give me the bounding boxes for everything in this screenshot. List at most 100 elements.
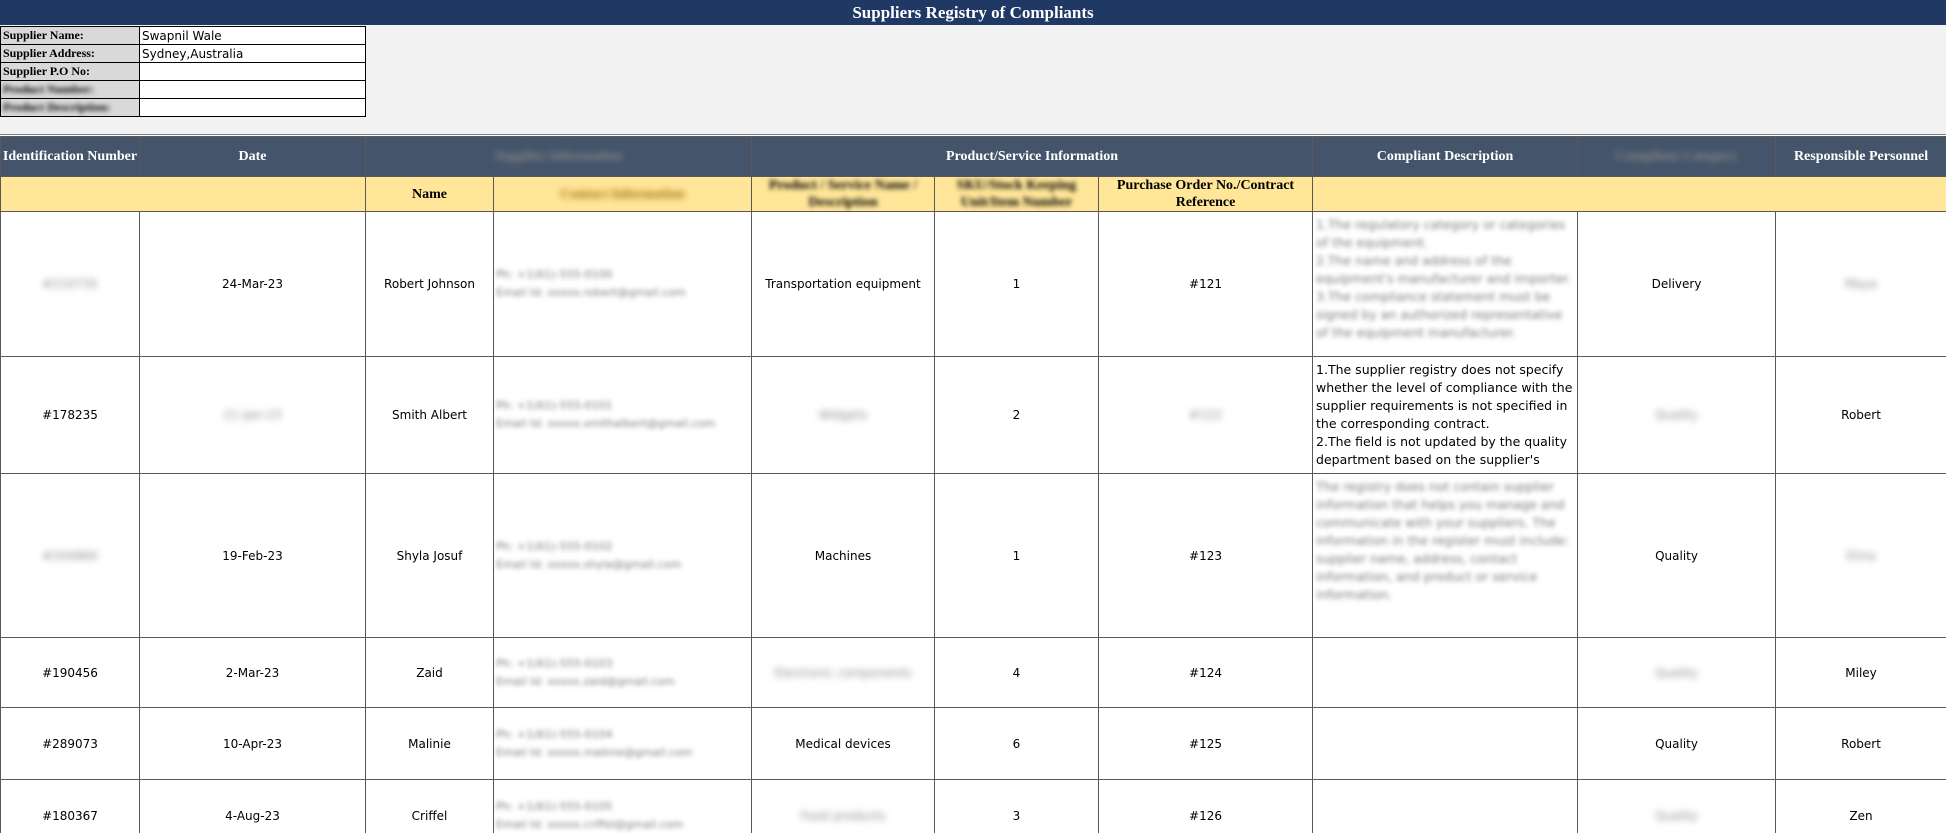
cell-compliant-category[interactable]: Quality bbox=[1577, 707, 1777, 780]
supplier-info-row: Supplier Name: Swapnil Wale bbox=[0, 26, 366, 45]
cell-date-text: 10-Apr-23 bbox=[223, 736, 282, 751]
supplier-info-label: Supplier Name: bbox=[0, 26, 140, 45]
cell-compliant-description[interactable] bbox=[1312, 779, 1579, 833]
cell-product-text: Widgets bbox=[818, 408, 868, 422]
cell-purchase-order[interactable]: #125 bbox=[1097, 707, 1314, 780]
header-responsible-personnel[interactable]: Responsible Personnel bbox=[1775, 136, 1946, 177]
cell-responsible-personnel[interactable]: Zen bbox=[1775, 779, 1946, 833]
cell-product[interactable]: Medical devices bbox=[751, 707, 935, 780]
cell-purchase-order[interactable]: #122 bbox=[1097, 356, 1314, 474]
header-product-service-information[interactable]: Product/Service Information bbox=[750, 136, 1314, 177]
cell-contact-information[interactable]: Ph: +1(61)-555-0103 Email Id: xxxxx.zaid@… bbox=[493, 637, 752, 708]
cell-contact-information[interactable]: Ph: +1(61)-555-0101 Email Id: xxxxx.smith… bbox=[493, 356, 752, 474]
cell-compliant-description[interactable]: 1.The regulatory category or categories … bbox=[1312, 211, 1579, 357]
cell-product[interactable]: Transportation equipment bbox=[751, 211, 935, 357]
supplier-info-value[interactable] bbox=[139, 62, 366, 81]
cell-stock-unit-text: 1 bbox=[1012, 548, 1021, 563]
table-row: #204860 19-Feb-23 Shyla Josuf Ph: +1(61)-55… bbox=[0, 473, 1946, 638]
cell-responsible-personnel[interactable]: Robert bbox=[1775, 707, 1946, 780]
cell-responsible-personnel-text: Elina bbox=[1846, 548, 1876, 563]
cell-compliant-description[interactable]: The registry does not contain supplier i… bbox=[1312, 473, 1579, 638]
supplier-info-value[interactable] bbox=[139, 80, 366, 99]
cell-responsible-personnel[interactable]: Miley bbox=[1775, 637, 1946, 708]
cell-compliant-description[interactable] bbox=[1312, 637, 1579, 708]
cell-product[interactable]: Electronic components bbox=[751, 637, 935, 708]
cell-name[interactable]: Malinie bbox=[365, 707, 494, 780]
cell-name-text: Malinie bbox=[408, 736, 451, 751]
cell-product[interactable]: Widgets bbox=[751, 356, 935, 474]
cell-name-text: Robert Johnson bbox=[384, 277, 475, 291]
cell-compliant-description[interactable] bbox=[1312, 707, 1579, 780]
cell-stock-unit[interactable]: 1 bbox=[934, 211, 1099, 357]
cell-name[interactable]: Zaid bbox=[365, 637, 494, 708]
subheader-contact-information[interactable]: Contact Information bbox=[493, 176, 752, 212]
cell-stock-unit[interactable]: 3 bbox=[934, 779, 1099, 833]
cell-purchase-order[interactable]: #123 bbox=[1097, 473, 1314, 638]
cell-product[interactable]: Machines bbox=[751, 473, 935, 638]
cell-date[interactable]: 2-Mar-23 bbox=[139, 637, 366, 708]
cell-contact-information[interactable]: Ph: +1(61)-555-0100 Email Id: xxxxx.rober… bbox=[493, 211, 752, 357]
header-compliant-description[interactable]: Compliant Description bbox=[1312, 136, 1579, 177]
cell-stock-unit[interactable]: 1 bbox=[934, 473, 1099, 638]
supplier-info-value[interactable] bbox=[139, 98, 366, 117]
cell-product[interactable]: Food products bbox=[751, 779, 935, 833]
cell-purchase-order[interactable]: #121 bbox=[1097, 211, 1314, 357]
cell-responsible-personnel[interactable]: Elina bbox=[1775, 473, 1946, 638]
cell-purchase-order[interactable]: #126 bbox=[1097, 779, 1314, 833]
cell-date[interactable]: 24-Mar-23 bbox=[139, 211, 366, 357]
cell-date-text: 21-Jan-23 bbox=[223, 408, 282, 422]
cell-phone: Ph: +1(61)-555-0101 bbox=[496, 399, 613, 412]
cell-date[interactable]: 21-Jan-23 bbox=[139, 356, 366, 474]
cell-identification-number-text: #190456 bbox=[42, 665, 98, 680]
cell-stock-unit[interactable]: 6 bbox=[934, 707, 1099, 780]
cell-contact-information[interactable]: Ph: +1(61)-555-0102 Email Id: xxxxx.shyla… bbox=[493, 473, 752, 638]
cell-date[interactable]: 4-Aug-23 bbox=[139, 779, 366, 833]
header-identification-number[interactable]: Identification Number bbox=[0, 136, 140, 177]
cell-name[interactable]: Smith Albert bbox=[365, 356, 494, 474]
cell-responsible-personnel[interactable]: Maya bbox=[1775, 211, 1946, 357]
cell-identification-number[interactable]: #289073 bbox=[0, 707, 140, 780]
subheader-name[interactable]: Name bbox=[365, 176, 494, 212]
cell-identification-number[interactable]: #180367 bbox=[0, 779, 140, 833]
cell-name[interactable]: Shyla Josuf bbox=[365, 473, 494, 638]
cell-stock-unit[interactable]: 4 bbox=[934, 637, 1099, 708]
cell-identification-number[interactable]: #178235 bbox=[0, 356, 140, 474]
cell-compliant-category[interactable]: Delivery bbox=[1577, 211, 1777, 357]
header-compliant-category[interactable]: Compliant Category bbox=[1577, 136, 1777, 177]
subheader-stock-unit[interactable]: SKU/Stock Keeping Unit/Item Number bbox=[934, 176, 1099, 212]
subheader-product-name[interactable]: Product / Service Name / Description bbox=[751, 176, 935, 212]
cell-contact-information[interactable]: Ph: +1(61)-555-0104 Email Id: xxxxx.malin… bbox=[493, 707, 752, 780]
cell-date[interactable]: 10-Apr-23 bbox=[139, 707, 366, 780]
cell-compliant-category[interactable]: Quality bbox=[1577, 356, 1777, 474]
cell-identification-number[interactable]: #204860 bbox=[0, 473, 140, 638]
cell-stock-unit-text: 3 bbox=[1012, 809, 1021, 823]
cell-purchase-order[interactable]: #124 bbox=[1097, 637, 1314, 708]
cell-phone: Ph: +1(61)-555-0105 bbox=[496, 800, 613, 813]
sheet-title: Suppliers Registry of Compliants bbox=[0, 0, 1946, 25]
cell-identification-number-text: #289073 bbox=[42, 736, 98, 751]
cell-stock-unit[interactable]: 2 bbox=[934, 356, 1099, 474]
header-supplier-information[interactable]: Supplier Information bbox=[365, 136, 752, 177]
cell-compliant-description[interactable]: 1.The supplier registry does not specify… bbox=[1312, 356, 1579, 474]
subheader-purchase-order[interactable]: Purchase Order No./Contract Reference bbox=[1097, 176, 1314, 212]
supplier-info-value[interactable]: Sydney,Australia bbox=[139, 44, 366, 63]
supplier-info-row: Supplier P.O No: bbox=[0, 62, 366, 81]
cell-compliant-category[interactable]: Quality bbox=[1577, 473, 1777, 638]
supplier-info-value[interactable]: Swapnil Wale bbox=[139, 26, 366, 45]
cell-contact-information[interactable]: Ph: +1(61)-555-0105 Email Id: xxxxx.criff… bbox=[493, 779, 752, 833]
header-compliant-category-text: Compliant Category bbox=[1615, 148, 1738, 164]
cell-compliant-category-text: Delivery bbox=[1651, 277, 1702, 291]
cell-purchase-order-text: #125 bbox=[1189, 736, 1222, 751]
cell-identification-number[interactable]: #210735 bbox=[0, 211, 140, 357]
cell-date[interactable]: 19-Feb-23 bbox=[139, 473, 366, 638]
cell-compliant-category[interactable]: Quality bbox=[1577, 637, 1777, 708]
cell-name[interactable]: Robert Johnson bbox=[365, 211, 494, 357]
cell-name[interactable]: Criffel bbox=[365, 779, 494, 833]
cell-identification-number[interactable]: #190456 bbox=[0, 637, 140, 708]
cell-responsible-personnel[interactable]: Robert bbox=[1775, 356, 1946, 474]
cell-compliant-category-text: Quality bbox=[1655, 809, 1698, 823]
cell-purchase-order-text: #123 bbox=[1189, 548, 1222, 563]
cell-compliant-category[interactable]: Quality bbox=[1577, 779, 1777, 833]
cell-date-text: 2-Mar-23 bbox=[225, 665, 280, 680]
header-date[interactable]: Date bbox=[139, 136, 366, 177]
